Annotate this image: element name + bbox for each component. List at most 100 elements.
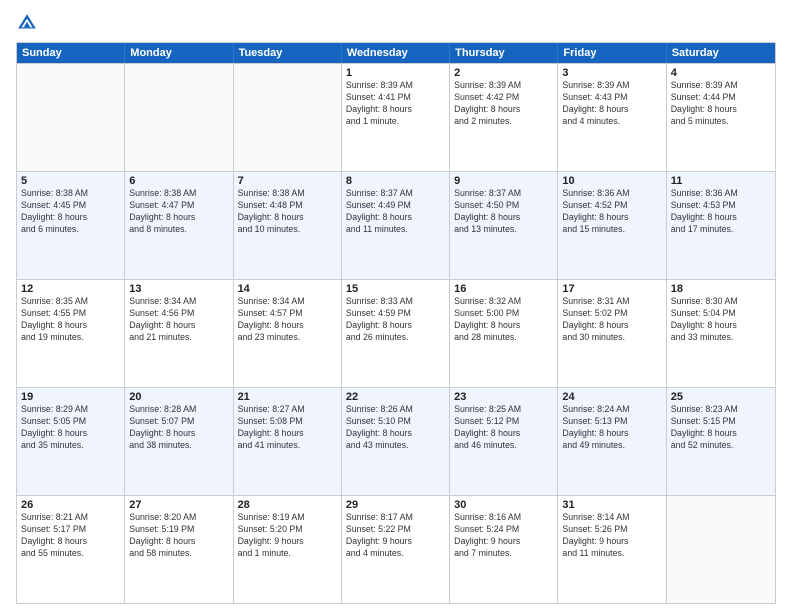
cal-empty (667, 496, 775, 603)
cell-date-13: 13 (129, 283, 228, 295)
cell-info-17: Sunrise: 8:31 AM Sunset: 5:02 PM Dayligh… (562, 296, 661, 344)
cell-info-22: Sunrise: 8:26 AM Sunset: 5:10 PM Dayligh… (346, 404, 445, 452)
cell-info-26: Sunrise: 8:21 AM Sunset: 5:17 PM Dayligh… (21, 512, 120, 560)
cal-day-8: 8Sunrise: 8:37 AM Sunset: 4:49 PM Daylig… (342, 172, 450, 279)
cal-day-20: 20Sunrise: 8:28 AM Sunset: 5:07 PM Dayli… (125, 388, 233, 495)
cal-day-5: 5Sunrise: 8:38 AM Sunset: 4:45 PM Daylig… (17, 172, 125, 279)
cal-day-13: 13Sunrise: 8:34 AM Sunset: 4:56 PM Dayli… (125, 280, 233, 387)
cal-day-12: 12Sunrise: 8:35 AM Sunset: 4:55 PM Dayli… (17, 280, 125, 387)
logo-icon (16, 12, 38, 34)
cal-day-30: 30Sunrise: 8:16 AM Sunset: 5:24 PM Dayli… (450, 496, 558, 603)
cell-date-5: 5 (21, 175, 120, 187)
header-day-thursday: Thursday (450, 43, 558, 63)
cell-info-25: Sunrise: 8:23 AM Sunset: 5:15 PM Dayligh… (671, 404, 771, 452)
calendar-row-5: 26Sunrise: 8:21 AM Sunset: 5:17 PM Dayli… (17, 495, 775, 603)
cal-day-4: 4Sunrise: 8:39 AM Sunset: 4:44 PM Daylig… (667, 64, 775, 171)
cal-empty (125, 64, 233, 171)
cal-day-1: 1Sunrise: 8:39 AM Sunset: 4:41 PM Daylig… (342, 64, 450, 171)
cell-info-30: Sunrise: 8:16 AM Sunset: 5:24 PM Dayligh… (454, 512, 553, 560)
cell-date-1: 1 (346, 67, 445, 79)
cell-date-2: 2 (454, 67, 553, 79)
cell-date-6: 6 (129, 175, 228, 187)
cal-day-16: 16Sunrise: 8:32 AM Sunset: 5:00 PM Dayli… (450, 280, 558, 387)
cell-info-2: Sunrise: 8:39 AM Sunset: 4:42 PM Dayligh… (454, 80, 553, 128)
cell-date-30: 30 (454, 499, 553, 511)
cell-info-11: Sunrise: 8:36 AM Sunset: 4:53 PM Dayligh… (671, 188, 771, 236)
cal-day-21: 21Sunrise: 8:27 AM Sunset: 5:08 PM Dayli… (234, 388, 342, 495)
cell-date-10: 10 (562, 175, 661, 187)
cell-date-28: 28 (238, 499, 337, 511)
cal-day-26: 26Sunrise: 8:21 AM Sunset: 5:17 PM Dayli… (17, 496, 125, 603)
cell-info-31: Sunrise: 8:14 AM Sunset: 5:26 PM Dayligh… (562, 512, 661, 560)
cell-date-31: 31 (562, 499, 661, 511)
cell-date-19: 19 (21, 391, 120, 403)
cal-day-3: 3Sunrise: 8:39 AM Sunset: 4:43 PM Daylig… (558, 64, 666, 171)
cell-info-18: Sunrise: 8:30 AM Sunset: 5:04 PM Dayligh… (671, 296, 771, 344)
cal-day-29: 29Sunrise: 8:17 AM Sunset: 5:22 PM Dayli… (342, 496, 450, 603)
cal-day-27: 27Sunrise: 8:20 AM Sunset: 5:19 PM Dayli… (125, 496, 233, 603)
calendar-row-4: 19Sunrise: 8:29 AM Sunset: 5:05 PM Dayli… (17, 387, 775, 495)
cell-info-8: Sunrise: 8:37 AM Sunset: 4:49 PM Dayligh… (346, 188, 445, 236)
cal-day-25: 25Sunrise: 8:23 AM Sunset: 5:15 PM Dayli… (667, 388, 775, 495)
cell-date-20: 20 (129, 391, 228, 403)
header-day-friday: Friday (558, 43, 666, 63)
cal-day-31: 31Sunrise: 8:14 AM Sunset: 5:26 PM Dayli… (558, 496, 666, 603)
cell-date-14: 14 (238, 283, 337, 295)
cell-date-21: 21 (238, 391, 337, 403)
cell-info-15: Sunrise: 8:33 AM Sunset: 4:59 PM Dayligh… (346, 296, 445, 344)
header-day-sunday: Sunday (17, 43, 125, 63)
cal-day-28: 28Sunrise: 8:19 AM Sunset: 5:20 PM Dayli… (234, 496, 342, 603)
page: SundayMondayTuesdayWednesdayThursdayFrid… (0, 0, 792, 612)
cell-date-15: 15 (346, 283, 445, 295)
cell-date-12: 12 (21, 283, 120, 295)
cell-date-16: 16 (454, 283, 553, 295)
calendar-body: 1Sunrise: 8:39 AM Sunset: 4:41 PM Daylig… (17, 63, 775, 603)
cell-info-20: Sunrise: 8:28 AM Sunset: 5:07 PM Dayligh… (129, 404, 228, 452)
calendar-row-1: 1Sunrise: 8:39 AM Sunset: 4:41 PM Daylig… (17, 63, 775, 171)
cell-date-26: 26 (21, 499, 120, 511)
cell-info-10: Sunrise: 8:36 AM Sunset: 4:52 PM Dayligh… (562, 188, 661, 236)
cell-info-7: Sunrise: 8:38 AM Sunset: 4:48 PM Dayligh… (238, 188, 337, 236)
cal-day-19: 19Sunrise: 8:29 AM Sunset: 5:05 PM Dayli… (17, 388, 125, 495)
cell-info-21: Sunrise: 8:27 AM Sunset: 5:08 PM Dayligh… (238, 404, 337, 452)
cal-day-14: 14Sunrise: 8:34 AM Sunset: 4:57 PM Dayli… (234, 280, 342, 387)
cell-info-9: Sunrise: 8:37 AM Sunset: 4:50 PM Dayligh… (454, 188, 553, 236)
header-day-tuesday: Tuesday (234, 43, 342, 63)
cell-date-24: 24 (562, 391, 661, 403)
cal-day-2: 2Sunrise: 8:39 AM Sunset: 4:42 PM Daylig… (450, 64, 558, 171)
cell-date-25: 25 (671, 391, 771, 403)
cal-day-15: 15Sunrise: 8:33 AM Sunset: 4:59 PM Dayli… (342, 280, 450, 387)
cell-date-4: 4 (671, 67, 771, 79)
cell-date-3: 3 (562, 67, 661, 79)
calendar-row-2: 5Sunrise: 8:38 AM Sunset: 4:45 PM Daylig… (17, 171, 775, 279)
cell-info-1: Sunrise: 8:39 AM Sunset: 4:41 PM Dayligh… (346, 80, 445, 128)
cell-info-12: Sunrise: 8:35 AM Sunset: 4:55 PM Dayligh… (21, 296, 120, 344)
cal-day-6: 6Sunrise: 8:38 AM Sunset: 4:47 PM Daylig… (125, 172, 233, 279)
cell-info-14: Sunrise: 8:34 AM Sunset: 4:57 PM Dayligh… (238, 296, 337, 344)
calendar-header: SundayMondayTuesdayWednesdayThursdayFrid… (17, 43, 775, 63)
calendar-row-3: 12Sunrise: 8:35 AM Sunset: 4:55 PM Dayli… (17, 279, 775, 387)
cal-day-17: 17Sunrise: 8:31 AM Sunset: 5:02 PM Dayli… (558, 280, 666, 387)
cell-date-11: 11 (671, 175, 771, 187)
cell-info-24: Sunrise: 8:24 AM Sunset: 5:13 PM Dayligh… (562, 404, 661, 452)
cell-date-8: 8 (346, 175, 445, 187)
cal-day-22: 22Sunrise: 8:26 AM Sunset: 5:10 PM Dayli… (342, 388, 450, 495)
cal-day-11: 11Sunrise: 8:36 AM Sunset: 4:53 PM Dayli… (667, 172, 775, 279)
cell-info-29: Sunrise: 8:17 AM Sunset: 5:22 PM Dayligh… (346, 512, 445, 560)
header-day-monday: Monday (125, 43, 233, 63)
cell-date-22: 22 (346, 391, 445, 403)
cell-date-29: 29 (346, 499, 445, 511)
cal-day-23: 23Sunrise: 8:25 AM Sunset: 5:12 PM Dayli… (450, 388, 558, 495)
cell-date-27: 27 (129, 499, 228, 511)
cell-info-28: Sunrise: 8:19 AM Sunset: 5:20 PM Dayligh… (238, 512, 337, 560)
cal-day-18: 18Sunrise: 8:30 AM Sunset: 5:04 PM Dayli… (667, 280, 775, 387)
cell-info-23: Sunrise: 8:25 AM Sunset: 5:12 PM Dayligh… (454, 404, 553, 452)
cell-info-6: Sunrise: 8:38 AM Sunset: 4:47 PM Dayligh… (129, 188, 228, 236)
calendar: SundayMondayTuesdayWednesdayThursdayFrid… (16, 42, 776, 604)
cell-info-16: Sunrise: 8:32 AM Sunset: 5:00 PM Dayligh… (454, 296, 553, 344)
cell-date-7: 7 (238, 175, 337, 187)
cal-empty (17, 64, 125, 171)
header-day-wednesday: Wednesday (342, 43, 450, 63)
cal-day-9: 9Sunrise: 8:37 AM Sunset: 4:50 PM Daylig… (450, 172, 558, 279)
cell-date-18: 18 (671, 283, 771, 295)
